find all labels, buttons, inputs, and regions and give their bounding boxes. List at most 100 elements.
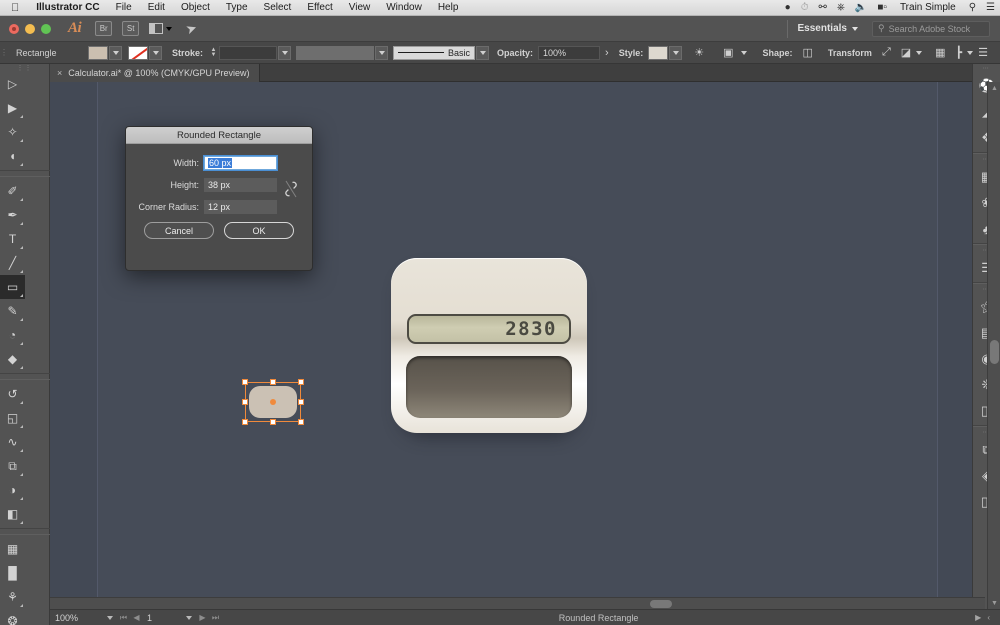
bluetooth-icon[interactable]: ⚯ <box>814 2 832 13</box>
zoom-dropdown-icon[interactable] <box>102 611 117 625</box>
stroke-profile-field[interactable] <box>296 46 374 60</box>
width-tool[interactable]: ∿ <box>0 430 25 454</box>
cancel-button[interactable]: Cancel <box>144 222 214 239</box>
height-input[interactable]: 38 px <box>204 178 277 192</box>
document-tab[interactable]: × Calculator.ai* @ 100% (CMYK/GPU Previe… <box>50 64 260 82</box>
vertical-scroll-thumb[interactable] <box>990 340 999 364</box>
menu-app-name[interactable]: Illustrator CC <box>28 0 107 16</box>
menu-item-edit[interactable]: Edit <box>140 0 173 16</box>
close-icon[interactable]: × <box>57 68 62 78</box>
vertical-scrollbar[interactable]: ▲ ▼ <box>987 82 1000 609</box>
options-menu-icon[interactable]: ☰ <box>973 46 1000 59</box>
horizontal-scroll-thumb[interactable] <box>650 600 672 608</box>
next-artboard-icon[interactable]: ▶ <box>196 613 209 622</box>
stroke-profile-dropdown[interactable] <box>375 46 388 60</box>
resize-handle-ne[interactable] <box>298 379 304 385</box>
rounded-rectangle-dialog[interactable]: Rounded Rectangle Width: 60 px Height: 3… <box>125 126 313 271</box>
select-similar-icon[interactable]: ▣ <box>709 46 738 59</box>
width-input[interactable]: 60 px <box>204 156 277 170</box>
artboard-dropdown-icon[interactable] <box>181 611 196 625</box>
resize-handle-s[interactable] <box>270 419 276 425</box>
apple-logo-icon[interactable]:  <box>0 0 28 16</box>
battery-icon[interactable]: ■▫ <box>872 2 892 13</box>
close-window-button[interactable] <box>9 24 19 34</box>
style-dropdown[interactable] <box>669 46 682 60</box>
menu-item-object[interactable]: Object <box>173 0 218 16</box>
fill-dropdown-button[interactable] <box>109 46 122 60</box>
fill-color-swatch[interactable] <box>88 46 108 60</box>
lasso-tool[interactable]: ◖ <box>0 144 25 168</box>
line-segment-tool[interactable]: ╱ <box>0 251 25 275</box>
transform-label[interactable]: Transform <box>818 48 877 58</box>
selection-tool[interactable]: ▷ <box>0 72 25 96</box>
scroll-down-icon[interactable]: ▼ <box>988 597 1000 609</box>
chevron-down-icon[interactable] <box>916 51 922 55</box>
corner-radius-input[interactable]: 12 px <box>204 200 277 214</box>
opacity-mask-icon[interactable]: ☀ <box>682 46 709 59</box>
type-tool[interactable]: T <box>0 227 25 251</box>
isolate-object-icon[interactable]: ⤢ <box>877 46 896 59</box>
notification-center-icon[interactable]: ☰ <box>981 2 1000 13</box>
eraser-tool[interactable]: ◆ <box>0 347 25 371</box>
brush-dropdown[interactable] <box>476 46 489 60</box>
stroke-dropdown-button[interactable] <box>149 46 162 60</box>
menu-item-file[interactable]: File <box>108 0 140 16</box>
menu-item-view[interactable]: View <box>341 0 379 16</box>
menu-item-window[interactable]: Window <box>378 0 430 16</box>
distribute-icon[interactable]: ┣ <box>951 46 968 59</box>
calculator-artwork[interactable]: 2830 <box>391 258 587 438</box>
volume-icon[interactable]: 🔈 <box>850 2 872 13</box>
shaper-tool[interactable]: ◔ <box>0 323 25 347</box>
menu-user-name[interactable]: Train Simple <box>892 0 964 16</box>
graphic-style-swatch[interactable] <box>648 46 668 60</box>
menu-item-type[interactable]: Type <box>218 0 256 16</box>
rotate-tool[interactable]: ↺ <box>0 382 25 406</box>
previous-artboard-icon[interactable]: ◀ <box>130 613 143 622</box>
horizontal-scrollbar[interactable] <box>50 597 985 609</box>
selected-rounded-rectangle[interactable] <box>249 386 297 418</box>
dock-grip[interactable]: ⋯ <box>973 64 1000 73</box>
scale-tool[interactable]: ◱ <box>0 406 25 430</box>
opacity-field[interactable]: 100% <box>538 46 600 60</box>
control-bar-grip[interactable]: ⋮ <box>0 42 8 64</box>
stroke-weight-stepper[interactable]: ▲▼ <box>208 46 219 60</box>
broken-link-icon[interactable] <box>285 180 297 198</box>
gradient-tool[interactable]: █ <box>0 561 25 585</box>
shape-properties-icon[interactable]: ◫ <box>798 46 818 59</box>
adobe-stock-search-input[interactable]: ⚲ Search Adobe Stock <box>872 21 990 37</box>
workspace-switcher[interactable]: Essentials <box>787 20 868 38</box>
zoom-level-field[interactable]: 100% <box>50 611 102 625</box>
status-menu-icon[interactable]: ▶ <box>975 613 981 622</box>
dropbox-icon[interactable]: ● <box>780 2 796 13</box>
search-icon[interactable]: ⚲ <box>964 2 981 13</box>
menu-item-help[interactable]: Help <box>430 0 467 16</box>
resize-handle-sw[interactable] <box>242 419 248 425</box>
artboard-number-field[interactable]: 1 <box>143 611 181 625</box>
paintbrush-tool[interactable]: ✎ <box>0 299 25 323</box>
brush-definition-field[interactable]: Basic <box>393 46 475 60</box>
blend-tool[interactable]: ❂ <box>0 609 25 625</box>
last-artboard-icon[interactable]: ⏭ <box>209 613 222 623</box>
ok-button[interactable]: OK <box>224 222 294 239</box>
resize-handle-w[interactable] <box>242 399 248 405</box>
rectangle-tool[interactable]: ▭ <box>0 275 25 299</box>
direct-selection-tool[interactable]: ▶ <box>0 96 25 120</box>
align-icon[interactable]: ▦ <box>930 46 950 59</box>
arrange-documents-button[interactable] <box>149 23 172 34</box>
stock-button[interactable]: St <box>122 21 139 36</box>
perspective-grid-tool[interactable]: ◧ <box>0 502 25 526</box>
bridge-button[interactable]: Br <box>95 21 112 36</box>
minimize-window-button[interactable] <box>25 24 35 34</box>
resize-handle-se[interactable] <box>298 419 304 425</box>
magic-wand-tool[interactable]: ✧ <box>0 120 25 144</box>
menu-item-select[interactable]: Select <box>256 0 300 16</box>
rocket-icon[interactable]: ➤ <box>174 16 209 42</box>
curvature-tool[interactable]: ✒ <box>0 203 25 227</box>
scroll-up-icon[interactable]: ▲ <box>988 82 1000 94</box>
time-machine-icon[interactable]: ⏱ <box>796 2 814 13</box>
maximize-window-button[interactable] <box>41 24 51 34</box>
arrange-object-icon[interactable]: ◪ <box>896 46 916 59</box>
free-transform-tool[interactable]: ⧉ <box>0 454 25 478</box>
eyedropper-tool[interactable]: ⚘ <box>0 585 25 609</box>
tools-panel-grip[interactable]: ⋮⋮ <box>0 64 49 72</box>
